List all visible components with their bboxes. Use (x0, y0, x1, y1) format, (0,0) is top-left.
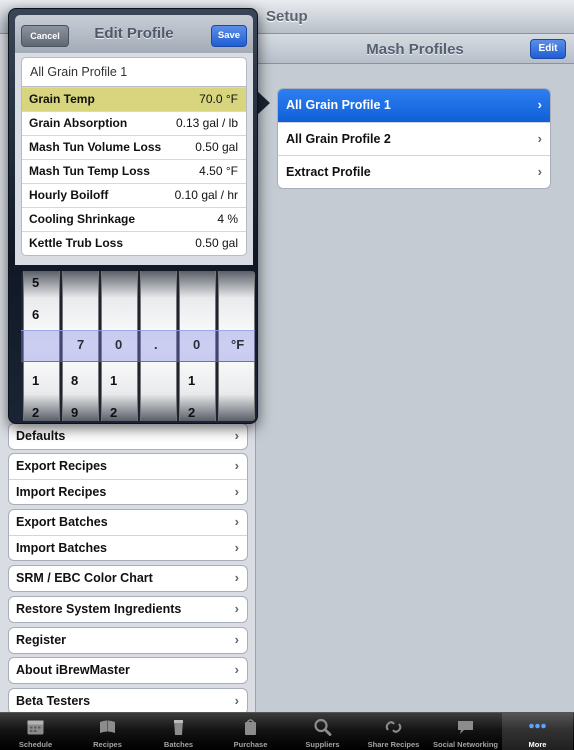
mash-profiles-header: Mash Profiles Edit (256, 34, 574, 64)
chevron-right-icon: › (234, 601, 239, 616)
menu-group-recipes: Export Recipes › Import Recipes › (8, 453, 248, 505)
chevron-right-icon: › (234, 484, 239, 499)
picker-selected-unit: °F (231, 337, 245, 352)
shopping-icon (245, 719, 256, 735)
beer-glass-icon (174, 720, 183, 735)
property-row-grain-absorption[interactable]: Grain Absorption 0.13 gal / lb (22, 111, 246, 135)
chat-bubble-icon (458, 721, 473, 734)
property-row-grain-temp[interactable]: Grain Temp 70.0 °F (22, 87, 246, 111)
property-row-cooling-shrinkage[interactable]: Cooling Shrinkage 4 % (22, 207, 246, 231)
menu-item-srm-ebc-color-chart[interactable]: SRM / EBC Color Chart › (9, 566, 247, 591)
profile-property-list: Grain Temp 70.0 °F Grain Absorption 0.13 g… (21, 87, 247, 256)
tab-bar: Schedule Recipes Batches Purchase Suppli… (0, 712, 574, 750)
mash-profiles-title: Mash Profiles (366, 41, 464, 58)
menu-item-import-batches[interactable]: Import Batches › (9, 535, 247, 560)
mash-profile-list: All Grain Profile 1 › All Grain Profile 2… (277, 88, 551, 189)
more-dots-icon (529, 723, 546, 729)
menu-item-import-recipes[interactable]: Import Recipes › (9, 479, 247, 504)
menu-group-beta: Beta Testers › (8, 688, 248, 715)
property-row-kettle-trub-loss[interactable]: Kettle Trub Loss 0.50 gal (22, 231, 246, 255)
menu-item-beta-testers[interactable]: Beta Testers › (9, 689, 247, 714)
picker-selection-band (21, 330, 255, 362)
property-row-mash-tun-temp-loss[interactable]: Mash Tun Temp Loss 4.50 °F (22, 159, 246, 183)
property-row-mash-tun-volume-loss[interactable]: Mash Tun Volume Loss 0.50 gal (22, 135, 246, 159)
picker-selected-tens: 7 (77, 337, 85, 352)
tab-share-recipes[interactable]: Share Recipes (358, 713, 429, 750)
profile-name-field[interactable]: All Grain Profile 1 (21, 57, 247, 87)
menu-item-export-batches[interactable]: Export Batches › (9, 510, 247, 535)
setup-title: Setup (266, 8, 308, 25)
tab-social-networking[interactable]: Social Networking (430, 713, 501, 750)
chevron-right-icon: › (537, 97, 542, 112)
chevron-right-icon: › (234, 693, 239, 708)
popover-arrow (256, 90, 270, 116)
profile-item-all-grain-1[interactable]: All Grain Profile 1 › (278, 89, 550, 122)
chevron-right-icon: › (234, 570, 239, 585)
menu-group-color-chart: SRM / EBC Color Chart › (8, 565, 248, 592)
search-icon (314, 718, 332, 736)
menu-group-defaults: Defaults › (8, 423, 248, 450)
profile-item-extract[interactable]: Extract Profile › (278, 155, 550, 188)
menu-item-defaults[interactable]: Defaults › (9, 424, 247, 449)
picker-selected-tenths: 0 (193, 337, 201, 352)
recipe-book-icon (100, 720, 115, 733)
menu-item-about-ibrewmaster[interactable]: About iBrewMaster › (9, 658, 247, 683)
tab-schedule[interactable]: Schedule (0, 713, 71, 750)
share-arrows-icon (385, 721, 402, 733)
chevron-right-icon: › (537, 131, 542, 146)
menu-group-about: About iBrewMaster › (8, 657, 248, 684)
chevron-right-icon: › (537, 164, 542, 179)
edit-button[interactable]: Edit (530, 39, 566, 59)
menu-item-restore-system-ingredients[interactable]: Restore System Ingredients › (9, 597, 247, 622)
picker-selected-point: . (154, 337, 158, 352)
tab-purchase[interactable]: Purchase (215, 713, 286, 750)
menu-group-register: Register › (8, 627, 248, 654)
edit-profile-popover: Cancel Edit Profile Save All Grain Profi… (8, 8, 258, 424)
picker-selected-ones: 0 (115, 337, 123, 352)
tab-more[interactable]: More (502, 713, 573, 750)
chevron-right-icon: › (234, 458, 239, 473)
menu-group-batches: Export Batches › Import Batches › (8, 509, 248, 561)
tab-recipes[interactable]: Recipes (72, 713, 143, 750)
chevron-right-icon: › (234, 514, 239, 529)
edit-profile-body: All Grain Profile 1 Grain Temp 70.0 °F Gr… (15, 53, 253, 265)
chevron-right-icon: › (234, 428, 239, 443)
calendar-icon (27, 720, 44, 735)
property-row-hourly-boiloff[interactable]: Hourly Boiloff 0.10 gal / hr (22, 183, 246, 207)
save-button[interactable]: Save (211, 25, 247, 47)
menu-item-register[interactable]: Register › (9, 628, 247, 653)
profile-item-all-grain-2[interactable]: All Grain Profile 2 › (278, 122, 550, 155)
value-picker: 5 6 1 2 8 9 1 2 1 2 7 0 . 0 °F (21, 271, 255, 421)
chevron-right-icon: › (234, 632, 239, 647)
chevron-right-icon: › (234, 540, 239, 555)
tab-suppliers[interactable]: Suppliers (287, 713, 358, 750)
menu-group-restore: Restore System Ingredients › (8, 596, 248, 623)
menu-item-export-recipes[interactable]: Export Recipes › (9, 454, 247, 479)
chevron-right-icon: › (234, 662, 239, 677)
edit-profile-header: Cancel Edit Profile Save (15, 15, 253, 53)
tab-batches[interactable]: Batches (143, 713, 214, 750)
